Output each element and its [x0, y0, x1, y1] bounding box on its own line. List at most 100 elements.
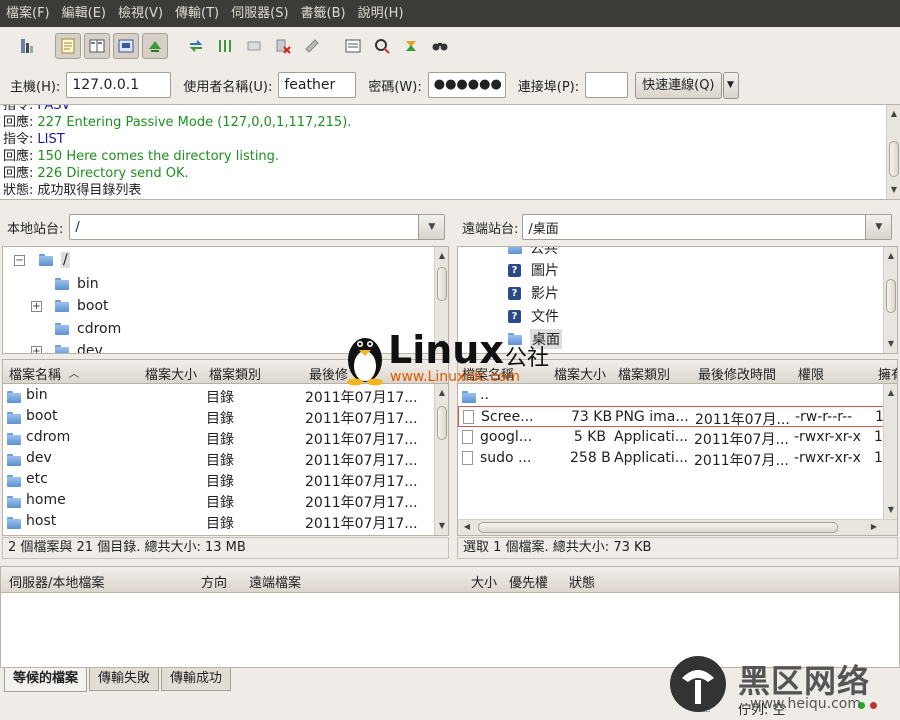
col-status[interactable]: 狀態 — [569, 572, 595, 591]
menu-bookmarks[interactable]: 書籤(B) — [295, 0, 352, 27]
tree-item-videos[interactable]: ? 影片 — [508, 282, 559, 304]
col-filesize[interactable]: 檔案大小 — [554, 364, 606, 383]
remote-file-row[interactable]: .. — [458, 385, 897, 406]
chevron-down-icon[interactable]: ▼ — [418, 215, 445, 239]
reconnect-icon[interactable] — [299, 33, 325, 59]
col-remote-file[interactable]: 遠端檔案 — [249, 572, 301, 591]
local-file-row[interactable]: etc 目錄 2011年07月17... — [3, 469, 448, 490]
col-filename[interactable]: 檔案名稱 — [9, 364, 61, 383]
remote-list-scrollbar[interactable]: ▲ ▼ — [883, 384, 897, 519]
scroll-thumb[interactable] — [437, 406, 447, 440]
local-file-row[interactable]: dev 目錄 2011年07月17... — [3, 448, 448, 469]
col-filename[interactable]: 檔案名稱 — [462, 364, 514, 383]
tree-item-cdrom[interactable]: cdrom — [55, 318, 121, 340]
tab-failed-transfers[interactable]: 傳輸失敗 — [89, 668, 160, 691]
tree-item-bin[interactable]: bin — [55, 273, 99, 295]
toggle-remote-icon[interactable] — [142, 33, 168, 59]
process-queue-icon[interactable] — [212, 33, 238, 59]
remote-file-row[interactable]: googl... 5 KB Applicati... 2011年07月... -rwxr… — [458, 427, 897, 448]
tree-item-documents[interactable]: ? 文件 — [508, 305, 559, 327]
scroll-thumb[interactable] — [886, 279, 896, 313]
log-kind: 回應: — [3, 166, 34, 181]
quickconnect-button[interactable]: 快速連線(Q) — [635, 71, 722, 99]
menu-transfer[interactable]: 傳輸(T) — [169, 0, 225, 27]
log-scrollbar[interactable]: ▲ ▼ — [886, 105, 900, 199]
local-status: 2 個檔案與 21 個目錄. 總共大小: 13 MB — [2, 537, 449, 559]
tree-item-root[interactable]: / — [39, 249, 70, 271]
local-file-row[interactable]: home 目錄 2011年07月17... — [3, 490, 448, 511]
local-list-scrollbar[interactable]: ▲ ▼ — [434, 384, 448, 535]
chevron-down-icon[interactable]: ▼ — [865, 215, 892, 239]
local-file-row[interactable]: host 目錄 2011年07月17... — [3, 511, 448, 532]
local-site-bar: 本地站台: / ▼ — [0, 209, 452, 245]
remote-hscrollbar[interactable]: ◀ ▶ — [458, 519, 897, 535]
toggle-tree-icon[interactable] — [84, 33, 110, 59]
cancel-icon[interactable] — [241, 33, 267, 59]
toggle-queue-icon[interactable] — [113, 33, 139, 59]
unknown-folder-icon: ? — [508, 263, 521, 277]
quickconnect-history-dropdown[interactable]: ▼ — [722, 71, 739, 99]
scroll-thumb[interactable] — [437, 267, 447, 301]
menu-file[interactable]: 檔案(F) — [0, 0, 56, 27]
local-path-combo[interactable]: / ▼ — [69, 214, 446, 240]
log-text: 227 Entering Passive Mode (127,0,0,1,117… — [37, 115, 352, 130]
remote-file-list: 檔案名稱 檔案大小 檔案類別 最後修改時間 權限 擁有 .. Scree... 73… — [457, 359, 898, 536]
compare-icon[interactable] — [369, 33, 395, 59]
menu-bar: 檔案(F) 編輯(E) 檢視(V) 傳輸(T) 伺服器(S) 書籤(B) 說明(… — [0, 0, 900, 27]
local-file-row[interactable]: cdrom 目錄 2011年07月17... — [3, 427, 448, 448]
col-priority[interactable]: 優先權 — [509, 572, 548, 591]
tree-item-desktop[interactable]: 桌面 — [508, 328, 562, 350]
tree-item-public[interactable]: 公共 — [508, 247, 558, 259]
sync-browse-icon[interactable] — [398, 33, 424, 59]
col-filetype[interactable]: 檔案類別 — [209, 364, 261, 383]
remote-file-row[interactable]: sudo ... 258 B Applicati... 2011年07月... -rwx… — [458, 448, 897, 469]
col-server-local[interactable]: 伺服器/本地檔案 — [9, 572, 104, 591]
host-input[interactable]: 127.0.0.1 — [66, 72, 172, 98]
menu-server[interactable]: 伺服器(S) — [225, 0, 294, 27]
col-filetype[interactable]: 檔案類別 — [618, 364, 670, 383]
tab-successful-transfers[interactable]: 傳輸成功 — [161, 668, 232, 691]
menu-help[interactable]: 說明(H) — [352, 0, 410, 27]
col-modified[interactable]: 最後修 — [309, 364, 348, 383]
col-permissions[interactable]: 權限 — [798, 364, 824, 383]
log-scroll-thumb[interactable] — [889, 141, 899, 177]
col-direction[interactable]: 方向 — [201, 572, 227, 591]
local-file-row[interactable]: bin 目錄 2011年07月17... — [3, 385, 448, 406]
port-input[interactable] — [585, 72, 629, 98]
tree-expander-dev[interactable]: + — [31, 346, 42, 353]
file-name: bin — [26, 387, 48, 403]
folder-icon — [7, 391, 21, 403]
search-icon[interactable] — [427, 33, 453, 59]
col-size[interactable]: 大小 — [471, 572, 497, 591]
remote-file-row[interactable]: Scree... 73 KB PNG ima... 2011年07月... -rw-r-… — [458, 406, 897, 428]
message-log: 指令: PASV 回應: 227 Entering Passive Mode (127… — [0, 104, 900, 200]
hscroll-thumb[interactable] — [478, 522, 838, 533]
remote-tree-scrollbar[interactable]: ▲ ▼ — [883, 247, 897, 353]
username-input[interactable]: feather — [278, 72, 357, 98]
queue-status: 佇列: 空 — [738, 703, 786, 718]
col-owner[interactable]: 擁有 — [878, 364, 897, 383]
menu-edit[interactable]: 編輯(E) — [56, 0, 112, 27]
col-filesize[interactable]: 檔案大小 — [145, 364, 197, 383]
remote-status: 選取 1 個檔案. 總共大小: 73 KB — [457, 537, 898, 559]
col-modified[interactable]: 最後修改時間 — [698, 364, 776, 383]
tree-expander-root[interactable]: − — [14, 255, 25, 266]
local-tree-scrollbar[interactable]: ▲ ▼ — [434, 247, 448, 353]
remote-path-combo[interactable]: /桌面 ▼ — [522, 214, 893, 240]
tree-expander-boot[interactable]: + — [31, 301, 42, 312]
disconnect-icon[interactable] — [270, 33, 296, 59]
menu-view[interactable]: 檢視(V) — [112, 0, 169, 27]
password-input[interactable]: ●●●●●● — [427, 72, 506, 98]
site-manager-icon[interactable] — [14, 33, 40, 59]
toggle-log-icon[interactable] — [55, 33, 81, 59]
tree-item-boot[interactable]: boot — [55, 295, 109, 317]
remote-site-label: 遠端站台: — [462, 221, 519, 237]
tree-item-dev[interactable]: dev — [55, 340, 103, 353]
tab-queued-files[interactable]: 等候的檔案 — [4, 668, 88, 692]
tree-item-pictures[interactable]: ? 圖片 — [508, 259, 559, 281]
folder-icon — [7, 433, 21, 445]
filter-icon[interactable] — [340, 33, 366, 59]
refresh-icon[interactable] — [183, 33, 209, 59]
local-file-row[interactable]: boot 目錄 2011年07月17... — [3, 406, 448, 427]
transfer-queue: 伺服器/本地檔案 方向 遠端檔案 大小 優先權 狀態 — [0, 566, 900, 668]
